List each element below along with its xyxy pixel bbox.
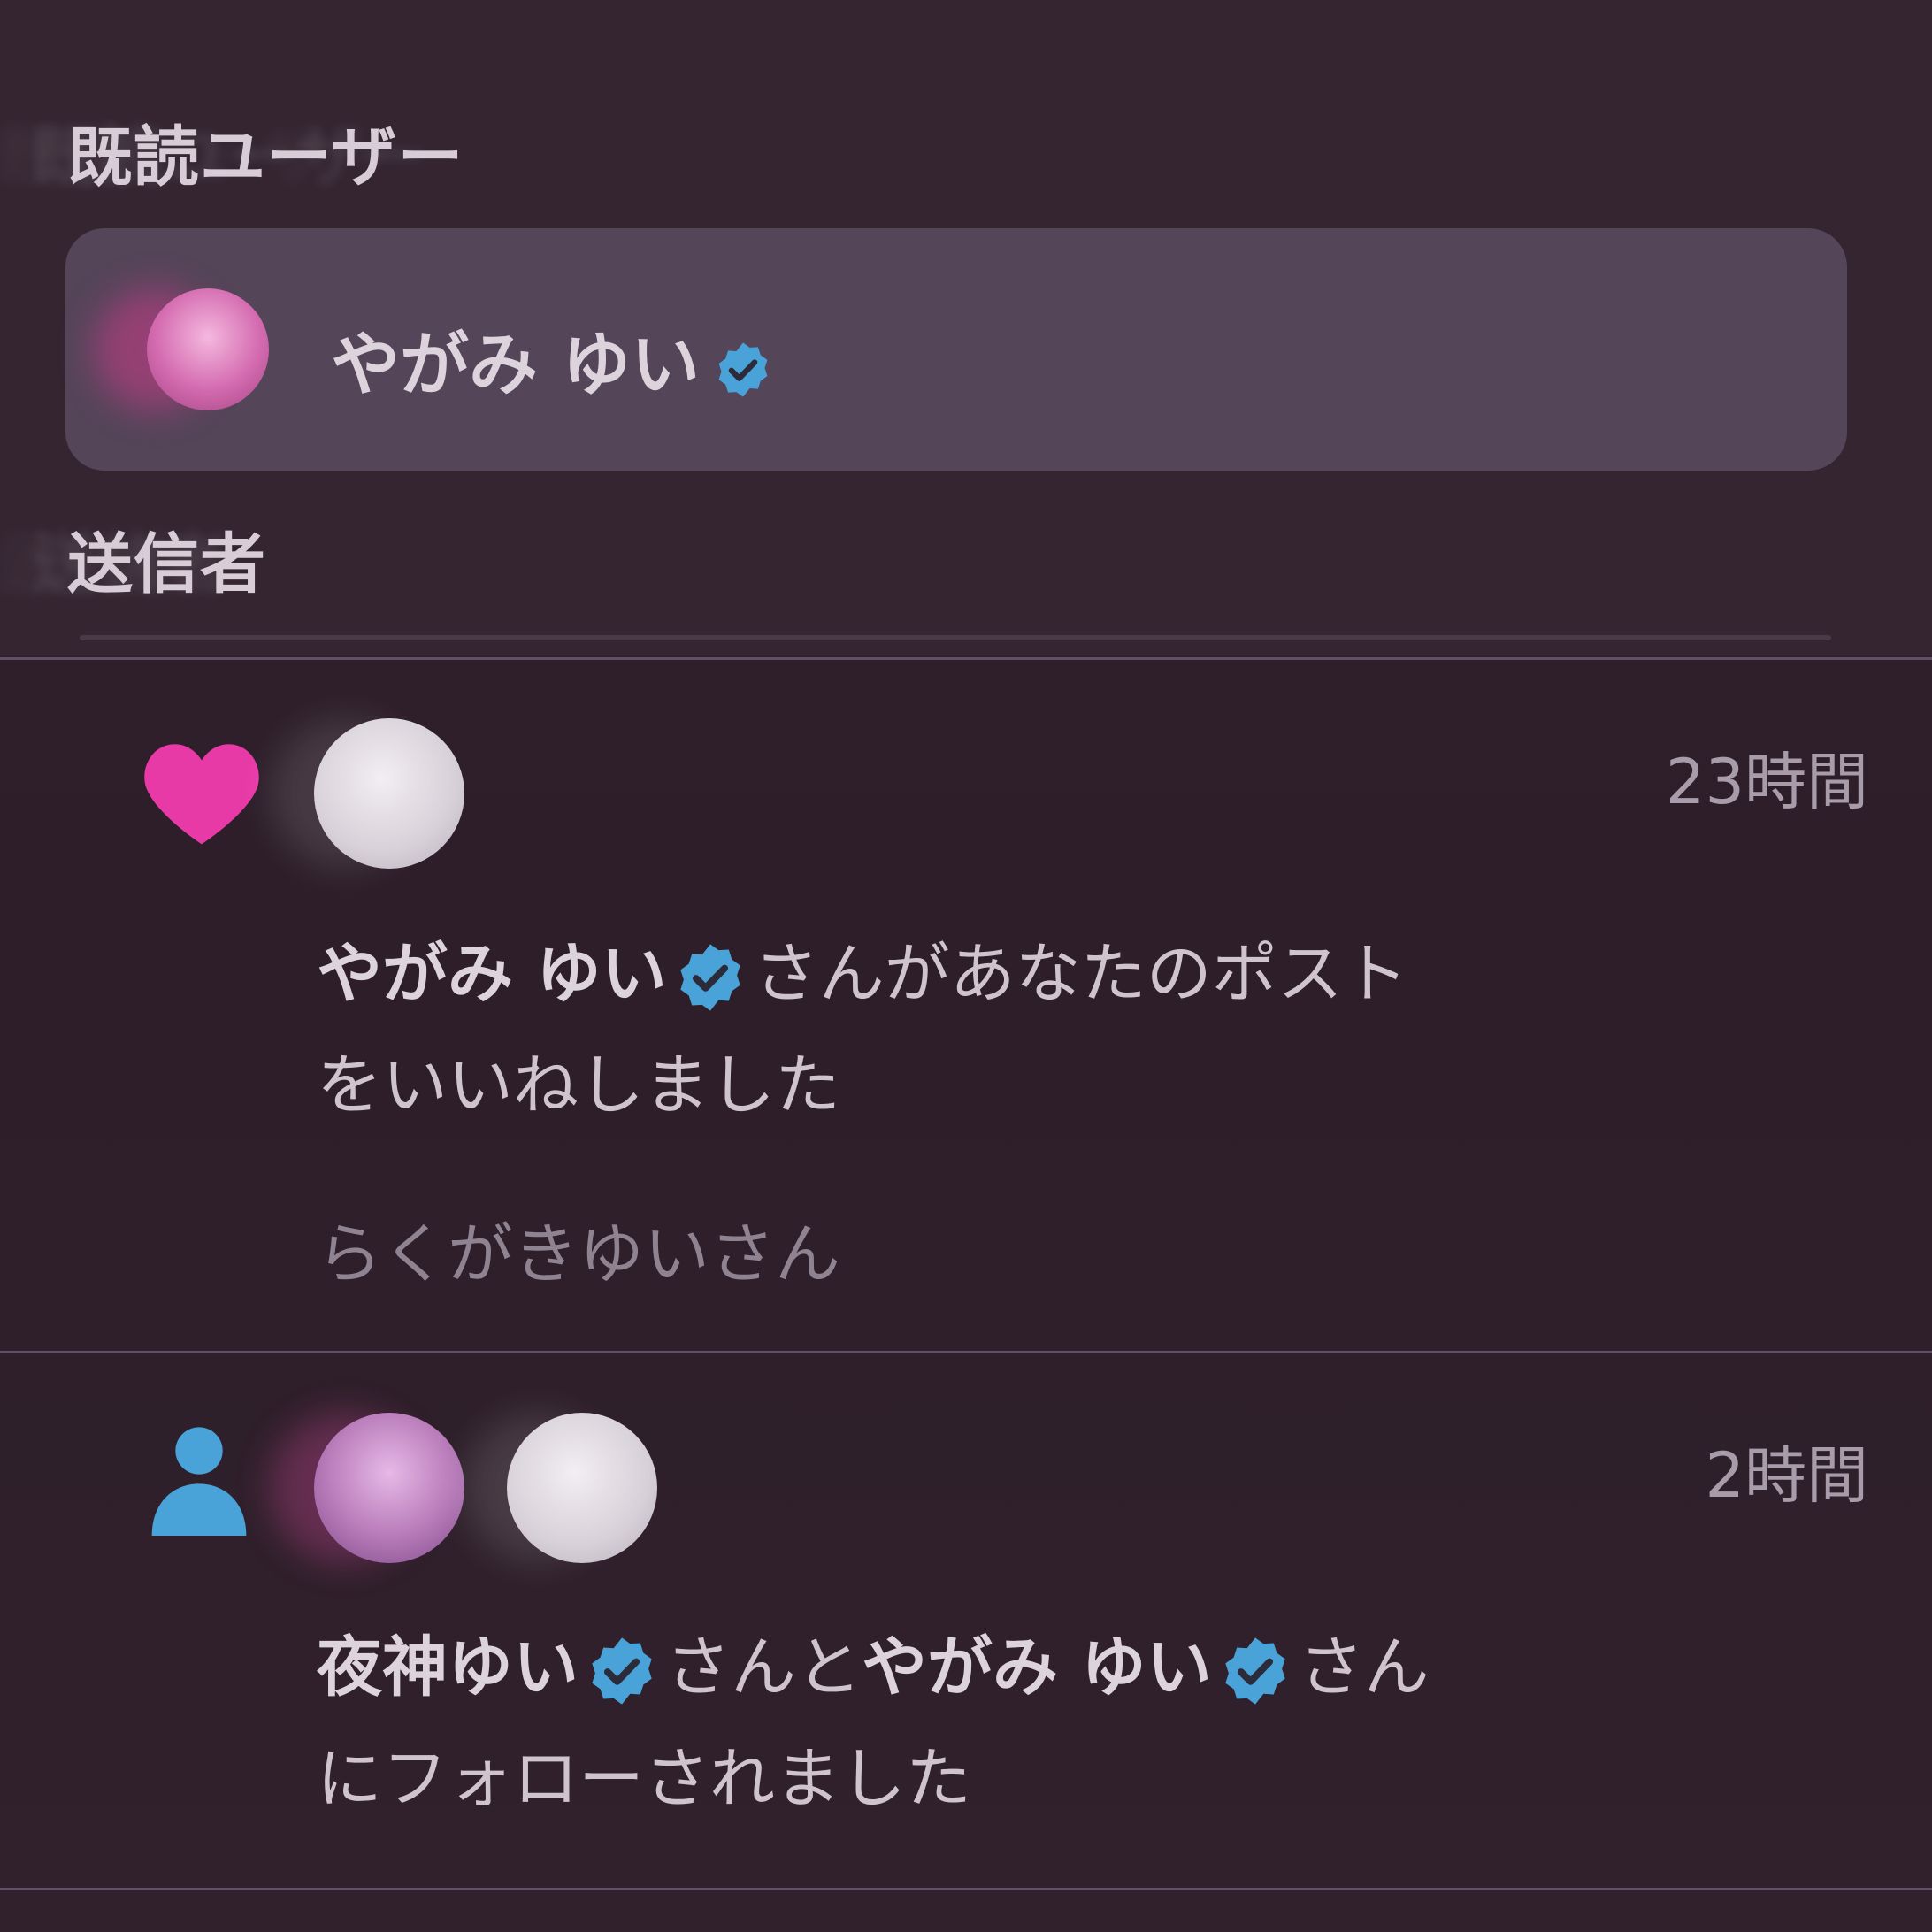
notifications-screen: 既読ユーザー やがみ ゆい 送信者 23時間 やがみ ゆい さんがあなたのポストを… — [0, 0, 1932, 1932]
sender-list-edge — [80, 635, 1831, 640]
divider — [0, 1351, 1932, 1353]
reader-name-row[interactable]: やがみ ゆい — [331, 310, 774, 409]
message: さん — [1298, 1629, 1430, 1706]
verified-badge-icon — [718, 341, 768, 397]
read-users-popover: 既読ユーザー やがみ ゆい 送信者 — [0, 0, 1932, 655]
divider — [0, 657, 1932, 660]
read-users-label: 既読ユーザー — [67, 119, 464, 196]
avatar[interactable] — [147, 288, 269, 410]
notification-text: やがみ ゆい さんがあなたのポストをいいねしました — [317, 918, 1644, 1141]
joiner: さんと — [665, 1629, 862, 1706]
notification-text: 夜神ゆい さんとやがみ ゆい さんにフォローされました — [317, 1612, 1644, 1835]
heart-icon — [144, 744, 259, 845]
post-preview[interactable]: らくがきゆいさん — [317, 1201, 840, 1296]
verified-badge-icon — [1225, 1637, 1285, 1706]
reader-name: やがみ ゆい — [331, 326, 701, 405]
follow-person-icon — [151, 1427, 247, 1536]
avatar[interactable] — [507, 1413, 657, 1563]
sender-label: 送信者 — [67, 526, 266, 602]
timestamp: 23時間 — [1665, 746, 1868, 818]
avatar[interactable] — [314, 1413, 464, 1563]
actor-name[interactable]: やがみ ゆい — [317, 936, 667, 1012]
message-cont: にフォローされました — [317, 1741, 971, 1817]
actor-name[interactable]: 夜神ゆい — [317, 1629, 579, 1706]
actor-name[interactable]: やがみ ゆい — [862, 1629, 1212, 1706]
avatar[interactable] — [314, 718, 464, 869]
message-cont: をいいねしました — [317, 1047, 840, 1123]
verified-badge-icon — [680, 944, 740, 1012]
reader-list-item[interactable]: やがみ ゆい — [65, 228, 1847, 471]
message: さんがあなたのポスト — [753, 936, 1408, 1012]
divider — [0, 1888, 1932, 1890]
verified-badge-icon — [592, 1637, 652, 1706]
timestamp: 2時間 — [1705, 1439, 1868, 1512]
